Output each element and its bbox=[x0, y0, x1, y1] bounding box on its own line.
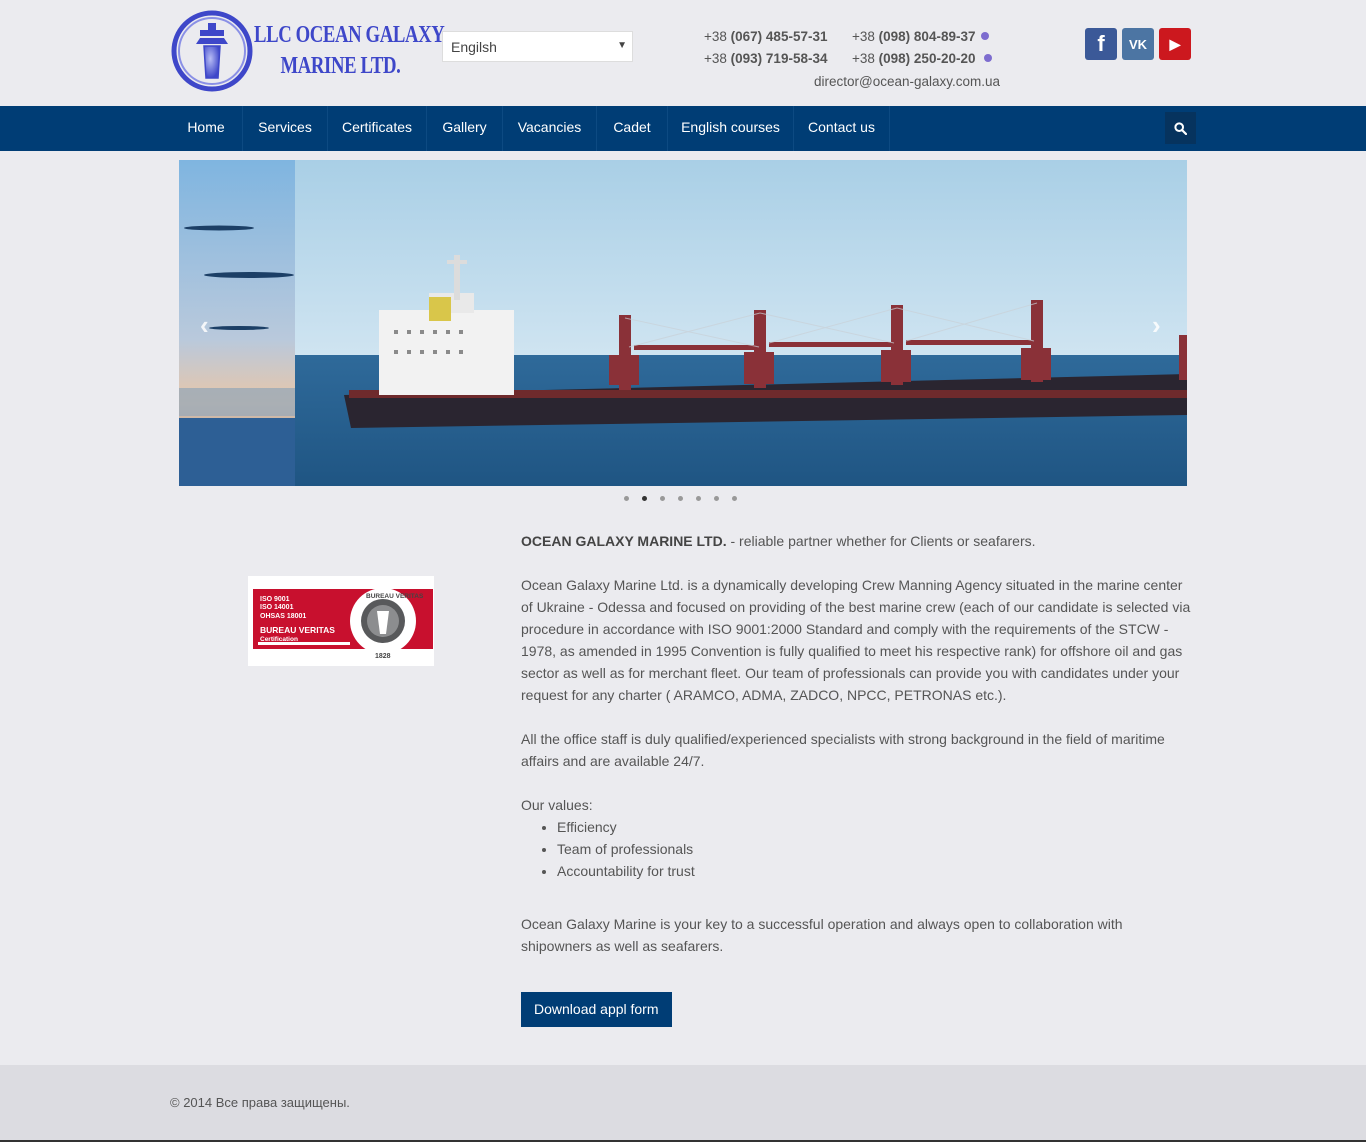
values-title: Our values: bbox=[521, 797, 593, 813]
main-content: OCEAN GALAXY MARINE LTD. - reliable part… bbox=[521, 530, 1191, 1027]
logo-line-1: LLC OCEAN GALAXY bbox=[254, 22, 445, 48]
logo-line-2: MARINE LTD. bbox=[280, 53, 401, 79]
phone-group-2: +38 (098) 804-89-37 +38 (098) 250-20-20 bbox=[852, 28, 993, 72]
search-button[interactable] bbox=[1165, 112, 1196, 144]
logo-text: LLC OCEAN GALAXY MARINE LTD. bbox=[254, 20, 445, 82]
main-navigation: Home Services Certificates Gallery Vacan… bbox=[0, 106, 1366, 151]
download-appl-form-button[interactable]: Download appl form bbox=[521, 992, 672, 1027]
phone-number[interactable]: +38 (093) 719-58-34 bbox=[704, 50, 827, 72]
svg-text:OHSAS 18001: OHSAS 18001 bbox=[260, 613, 306, 620]
svg-text:ISO 14001: ISO 14001 bbox=[260, 604, 294, 611]
svg-text:Certification: Certification bbox=[260, 636, 298, 643]
facebook-icon[interactable]: f bbox=[1085, 28, 1117, 60]
nav-item-home[interactable]: Home bbox=[170, 106, 243, 151]
intro-paragraph: OCEAN GALAXY MARINE LTD. - reliable part… bbox=[521, 533, 1036, 549]
svg-text:BUREAU VERITAS: BUREAU VERITAS bbox=[366, 593, 424, 600]
ship-logo-icon bbox=[171, 10, 253, 92]
nav-item-gallery[interactable]: Gallery bbox=[427, 106, 503, 151]
youtube-icon[interactable]: ▶ bbox=[1159, 28, 1191, 60]
nav-item-english-courses[interactable]: English courses bbox=[668, 106, 794, 151]
closing-paragraph: Ocean Galaxy Marine is your key to a suc… bbox=[521, 916, 1123, 954]
about-paragraph: Ocean Galaxy Marine Ltd. is a dynamicall… bbox=[521, 577, 1191, 703]
slider-dot[interactable] bbox=[732, 496, 737, 501]
viber-icon bbox=[984, 54, 993, 62]
list-item: Efficiency bbox=[557, 816, 1191, 838]
dropdown-arrow-icon: ▼ bbox=[617, 40, 627, 51]
phone-group-1: +38 (067) 485-57-31 +38 (093) 719-58-34 bbox=[704, 28, 827, 72]
copyright-text: © 2014 Все права защищены. bbox=[170, 1095, 350, 1110]
search-icon bbox=[1174, 121, 1187, 135]
company-name: OCEAN GALAXY MARINE LTD. bbox=[521, 533, 727, 549]
language-selected-value: Engilsh bbox=[451, 39, 497, 55]
site-logo[interactable]: LLC OCEAN GALAXY MARINE LTD. bbox=[170, 8, 445, 94]
phone-number[interactable]: +38 (067) 485-57-31 bbox=[704, 28, 827, 50]
nav-item-services[interactable]: Services bbox=[243, 106, 328, 151]
nav-item-cadet[interactable]: Cadet bbox=[597, 106, 668, 151]
certificate-badge[interactable]: ISO 9001 ISO 14001 OHSAS 18001 BUREAU VE… bbox=[248, 576, 434, 666]
slider-dot[interactable] bbox=[624, 496, 629, 501]
nav-item-vacancies[interactable]: Vacancies bbox=[503, 106, 597, 151]
slider-dot[interactable] bbox=[696, 496, 701, 501]
values-list: Efficiency Team of professionals Account… bbox=[557, 816, 1191, 882]
image-slider[interactable] bbox=[179, 160, 1187, 486]
staff-paragraph: All the office staff is duly qualified/e… bbox=[521, 731, 1165, 769]
slider-dot[interactable] bbox=[714, 496, 719, 501]
slider-prev-arrow-icon[interactable]: ‹ bbox=[200, 310, 209, 341]
phone-number[interactable]: +38 (098) 250-20-20 bbox=[852, 50, 993, 72]
site-header: LLC OCEAN GALAXY MARINE LTD. Engilsh ▼ +… bbox=[0, 0, 1366, 106]
bureau-veritas-logo: ISO 9001 ISO 14001 OHSAS 18001 BUREAU VE… bbox=[253, 588, 433, 660]
slider-dot[interactable] bbox=[678, 496, 683, 501]
phone-number[interactable]: +38 (098) 804-89-37 bbox=[852, 28, 992, 50]
svg-text:ISO 9001: ISO 9001 bbox=[260, 596, 290, 603]
list-item: Team of professionals bbox=[557, 838, 1191, 860]
list-item: Accountability for trust bbox=[557, 860, 1191, 882]
slider-dot[interactable] bbox=[660, 496, 665, 501]
svg-text:1828: 1828 bbox=[375, 653, 391, 660]
site-footer: © 2014 Все права защищены. bbox=[0, 1065, 1366, 1142]
viber-icon bbox=[981, 32, 990, 40]
vk-icon[interactable]: VK bbox=[1122, 28, 1154, 60]
slider-next-arrow-icon[interactable]: › bbox=[1152, 310, 1161, 341]
nav-item-certificates[interactable]: Certificates bbox=[328, 106, 427, 151]
nav-item-contact-us[interactable]: Contact us bbox=[794, 106, 890, 151]
email-link[interactable]: director@ocean-galaxy.com.ua bbox=[814, 74, 1000, 89]
slider-dot-active[interactable] bbox=[642, 496, 647, 501]
svg-text:BUREAU VERITAS: BUREAU VERITAS bbox=[260, 625, 335, 635]
language-select[interactable]: Engilsh ▼ bbox=[442, 31, 633, 62]
slide-image-ship bbox=[179, 160, 1187, 486]
